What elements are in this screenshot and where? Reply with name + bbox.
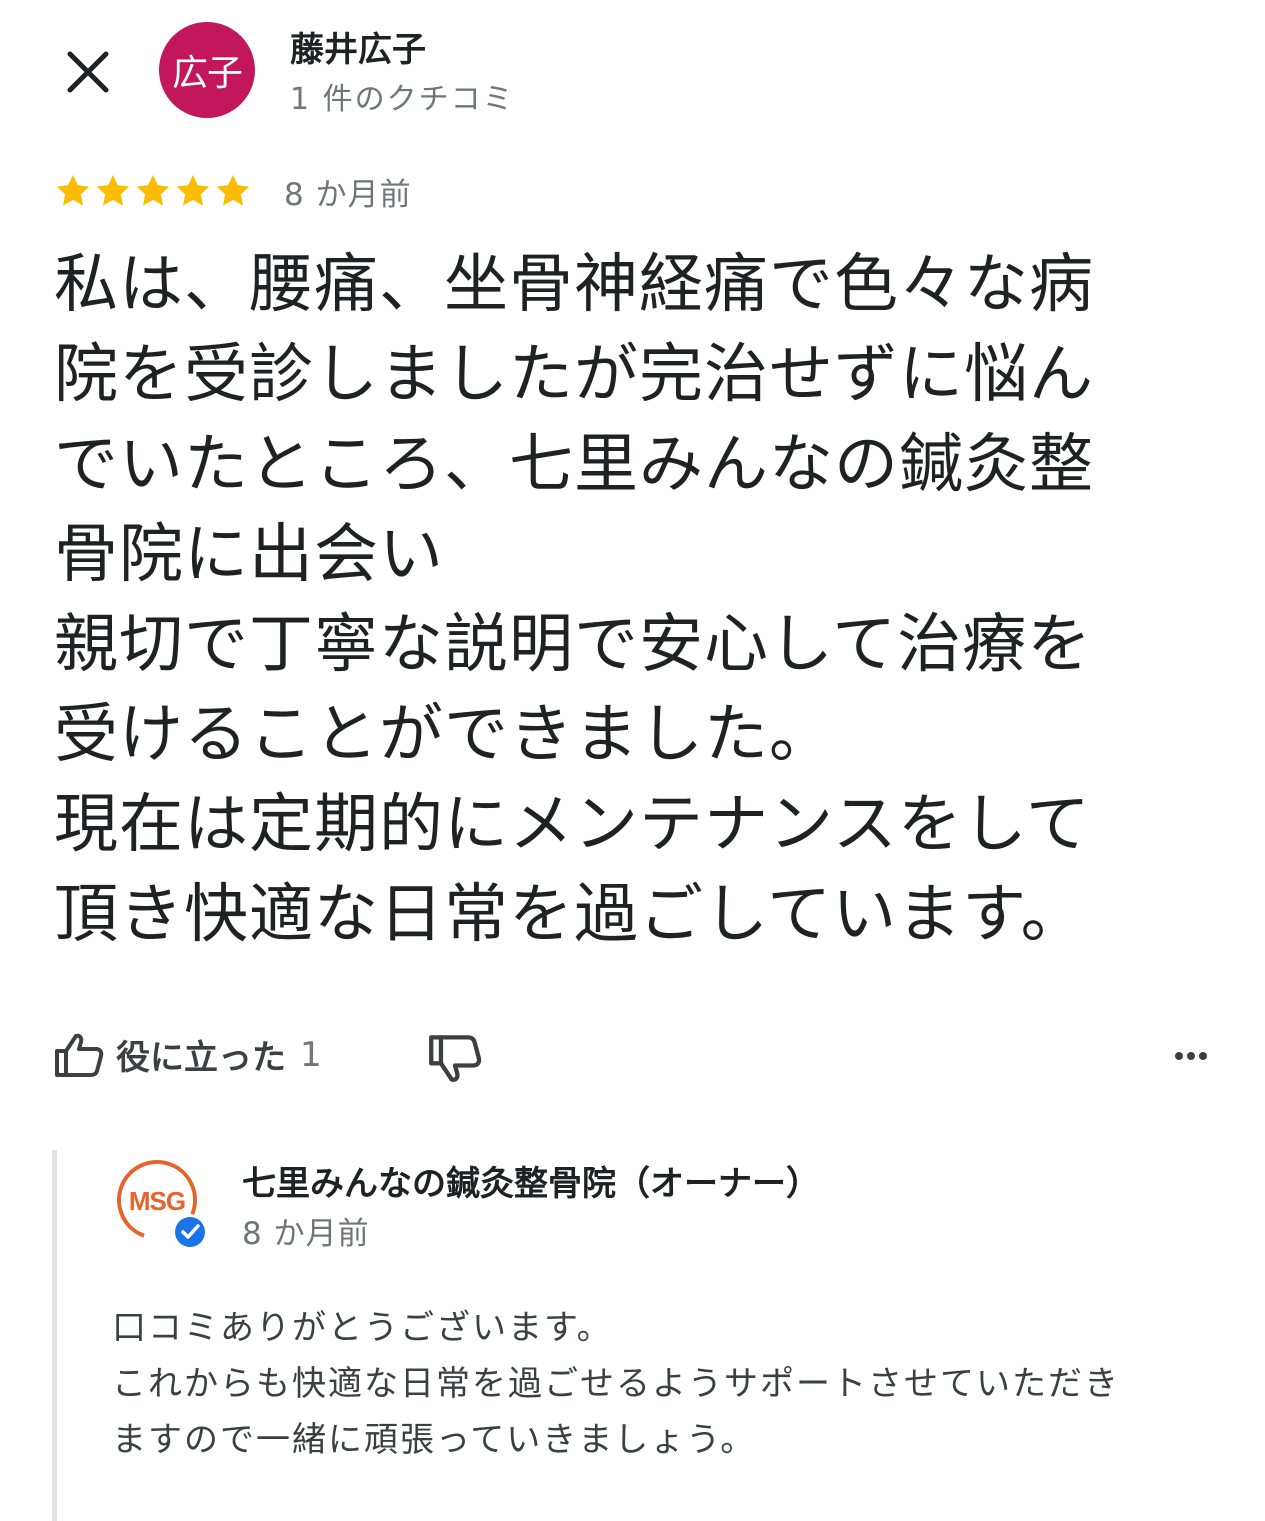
review-line: 院を受診しましたが完治せずに悩ん [54,338,1094,412]
owner-reply: MSG 七里みんなの鍼灸整骨院（オーナー） 8 か月前 口コミありがとうございま… [52,1150,1227,1521]
review-line: 骨院に出会い [54,518,444,592]
review-date: 8 か月前 [284,176,412,213]
msg-logo-icon: MSG [117,1160,205,1247]
close-button[interactable] [52,36,124,108]
owner-name[interactable]: 七里みんなの鍼灸整骨院（オーナー） [242,1156,820,1205]
review-line: 頂き快適な日常を過ごしています。 [54,878,1086,952]
review-line: 私は、腰痛、坐骨神経痛で色々な病 [54,248,1094,322]
avatar-initials: 広子 [171,53,243,94]
review-line: でいたところ、七里みんなの鍼灸整 [54,428,1094,502]
review-line: 受けることができました。 [54,698,834,772]
owner-reply-line: ますので一緒に頑張っていきましょう。 [112,1420,757,1460]
owner-reply-text: 口コミありがとうございます。これからも快適な日常を過ごせるようサポートさせていた… [112,1300,1222,1468]
review-line: 現在は定期的にメンテナンスをして [54,788,1091,862]
helpful-label: 役に立った [116,1038,286,1078]
dislike-button[interactable] [428,1032,482,1086]
more-horizontal-icon [1175,1052,1183,1060]
more-dot [1199,1052,1207,1060]
star-icon [176,174,210,206]
review-line: 親切で丁寧な説明で安心して治療を [54,608,1093,682]
thumbs-down-icon [429,1035,482,1082]
close-icon [67,51,109,93]
star-icon [96,174,130,206]
star-icon [216,174,250,206]
helpful-count: 1 [300,1034,322,1075]
owner-reply-date: 8 か月前 [242,1216,370,1252]
star-icon [136,174,170,206]
helpful-button[interactable]: 役に立った 1 [54,1030,322,1079]
reviewer-avatar[interactable]: 広子 [159,22,255,118]
reviewer-name[interactable]: 藤井広子 [290,22,426,71]
msg-logo-text: MSG [129,1186,185,1216]
more-options-button[interactable] [1168,1036,1214,1076]
star-icon [56,174,90,206]
star-rating [54,172,252,210]
owner-reply-line: これからも快適な日常を過ごせるようサポートさせていただき [112,1364,1120,1404]
rating-row: 8 か月前 [54,166,412,216]
review-header: 広子 藤井広子 1 件のクチコミ [0,0,1265,140]
more-dot [1187,1052,1195,1060]
owner-logo[interactable]: MSG [112,1152,212,1252]
owner-reply-line: 口コミありがとうございます。 [112,1308,613,1348]
verified-badge-icon [175,1217,205,1247]
thumbs-up-icon [55,1033,104,1077]
review-text: 私は、腰痛、坐骨神経痛で色々な病 院を受診しましたが完治せずに悩ん でいたところ、七… [54,240,1214,960]
review-actions: 役に立った 1 [54,1020,1214,1090]
reviewer-review-count: 1 件のクチコミ [290,82,515,117]
